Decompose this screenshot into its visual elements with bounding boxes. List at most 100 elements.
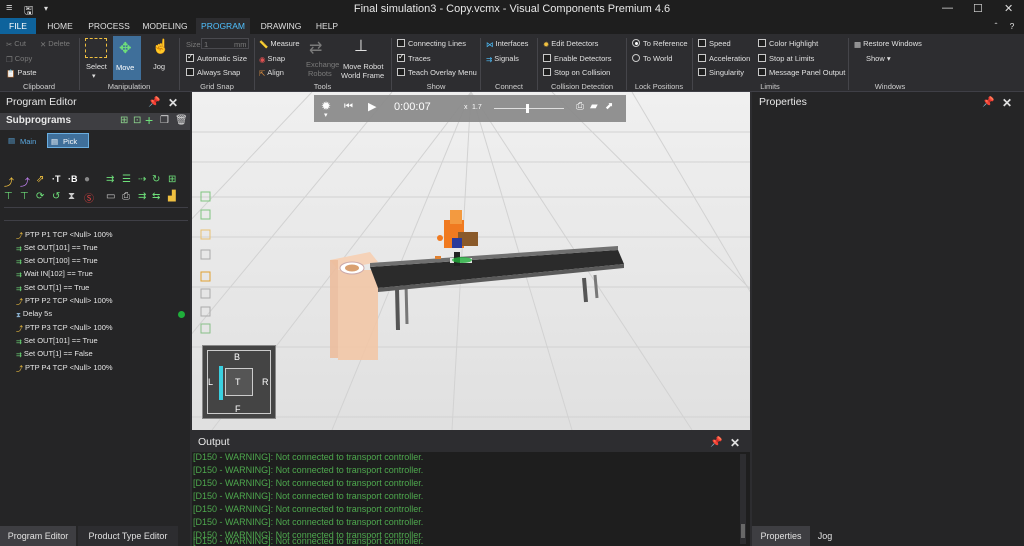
list-item[interactable]: ⇉ Set OUT[1] == False bbox=[16, 349, 93, 359]
pdf-icon[interactable]: ⎙ bbox=[576, 101, 584, 112]
measure-button[interactable]: 📏 Measure bbox=[259, 39, 300, 49]
tab-properties[interactable]: Properties bbox=[752, 526, 810, 546]
tab-jog[interactable]: Jog bbox=[812, 526, 838, 546]
tab-product-type-editor[interactable]: Product Type Editor bbox=[78, 526, 178, 546]
stop-icon[interactable]: Ⓢ bbox=[84, 190, 94, 205]
restore-windows-button[interactable]: ▦ Restore Windows bbox=[854, 39, 922, 49]
pin-icon[interactable]: 📌 bbox=[982, 97, 994, 108]
traces-checkbox[interactable]: Traces bbox=[397, 52, 431, 63]
show-windows-dropdown[interactable]: Show ▾ bbox=[866, 54, 891, 63]
branch-icon[interactable]: ⊤ bbox=[20, 191, 29, 202]
trash-icon[interactable]: 🗑 bbox=[175, 115, 188, 126]
move-button[interactable]: ✥ Move bbox=[113, 36, 141, 80]
linear-statement-icon[interactable]: ⇗ bbox=[36, 174, 44, 185]
set-output-icon[interactable]: ⇉ bbox=[106, 174, 114, 185]
list-item[interactable]: ⤴ PTP P3 TCP <Null> 100% bbox=[16, 323, 113, 334]
select-icon[interactable] bbox=[85, 38, 107, 58]
tool-statement-icon[interactable]: ·T bbox=[52, 174, 61, 184]
speed-slider[interactable] bbox=[494, 108, 564, 109]
connecting-lines-checkbox[interactable]: Connecting Lines bbox=[397, 39, 466, 48]
refresh-icon[interactable]: ↺ bbox=[52, 191, 60, 202]
lin-statement-icon[interactable]: ⤴ bbox=[20, 174, 30, 189]
duplicate-icon[interactable]: ❐ bbox=[160, 115, 169, 126]
exchange-robots-button[interactable]: Exchange bbox=[306, 60, 339, 69]
statistics-icon[interactable]: ▟ bbox=[168, 191, 176, 202]
menu-help[interactable]: HELP bbox=[310, 18, 344, 34]
close-window-button[interactable]: ✕ bbox=[1004, 2, 1013, 15]
view-cube-front[interactable]: F bbox=[235, 404, 241, 414]
menu-program[interactable]: PROGRAM bbox=[196, 18, 250, 34]
list-item[interactable]: ⤴ PTP P4 TCP <Null> 100% bbox=[16, 363, 113, 374]
share-icon[interactable]: ⬈ bbox=[605, 101, 613, 112]
interfaces-button[interactable]: ⋈ Interfaces bbox=[486, 39, 528, 49]
output-scrollbar[interactable] bbox=[740, 454, 746, 544]
close-icon[interactable]: ✕ bbox=[730, 436, 740, 450]
statement-filter-bar[interactable] bbox=[4, 207, 188, 221]
ptp-statement-icon[interactable]: ⤴ bbox=[4, 174, 14, 189]
edit-detectors-button[interactable]: ✹ Edit Detectors bbox=[543, 39, 598, 49]
copy-button[interactable]: ❐ Copy bbox=[6, 54, 32, 64]
close-icon[interactable]: ✕ bbox=[168, 96, 178, 110]
3d-viewport[interactable]: ✹ ▾ ⏮ ▶ 0:00:07 x 1.7 ⎙ ▰ ⬈ B L T R F bbox=[192, 92, 750, 430]
list-item[interactable]: ⇉ Set OUT[100] == True bbox=[16, 256, 98, 266]
signal-icon[interactable]: ⇢ bbox=[138, 174, 146, 185]
delay-icon[interactable]: ⧗ bbox=[68, 191, 75, 202]
camera-icon[interactable]: ▰ bbox=[590, 101, 598, 112]
reset-button[interactable]: ⏮ bbox=[344, 101, 353, 112]
base-statement-icon[interactable]: ·B bbox=[68, 174, 78, 184]
view-cube-top[interactable]: T bbox=[235, 377, 241, 387]
menu-file[interactable]: FILE bbox=[0, 18, 36, 34]
jog-button[interactable]: Jog bbox=[153, 62, 165, 71]
loop-icon[interactable]: ↻ bbox=[152, 174, 160, 185]
menu-process[interactable]: PROCESS bbox=[84, 18, 134, 34]
move-robot-world-frame-button[interactable]: Move Robot bbox=[343, 62, 383, 71]
add-subprogram-icon[interactable]: ⊞ bbox=[120, 115, 128, 126]
method-icon[interactable]: ⇆ bbox=[152, 191, 160, 202]
copy-subprogram-icon[interactable]: ⊡ bbox=[133, 115, 141, 126]
chevron-down-icon[interactable]: ▾ bbox=[324, 111, 328, 119]
always-snap-checkbox[interactable]: Always Snap bbox=[186, 68, 240, 77]
print-icon[interactable]: ⎙ bbox=[122, 191, 130, 202]
singularity-checkbox[interactable]: Singularity bbox=[698, 68, 744, 77]
list-item[interactable]: ⇉ Set OUT[101] == True bbox=[16, 243, 98, 253]
select-button[interactable]: Select bbox=[86, 62, 107, 71]
teach-overlay-menu-checkbox[interactable]: Teach Overlay Menu bbox=[397, 68, 477, 77]
while-icon[interactable]: ⟳ bbox=[36, 191, 44, 202]
menu-home[interactable]: HOME bbox=[40, 18, 80, 34]
list-item[interactable]: ⧗ Delay 5s bbox=[16, 309, 52, 320]
view-cube[interactable]: B L T R F bbox=[202, 345, 276, 419]
acceleration-checkbox[interactable]: Acceleration bbox=[698, 54, 750, 63]
list-item[interactable]: ⤴ PTP P2 TCP <Null> 100% bbox=[16, 296, 113, 307]
stop-at-limits-checkbox[interactable]: Stop at Limits bbox=[758, 54, 814, 63]
list-item[interactable]: ⤴ PTP P1 TCP <Null> 100% bbox=[16, 230, 113, 241]
help-icon[interactable]: ? bbox=[1006, 18, 1018, 34]
maximize-button[interactable]: ☐ bbox=[973, 2, 983, 15]
list-item[interactable]: ⇉ Wait IN[102] == True bbox=[16, 269, 93, 279]
paste-button[interactable]: 📋 Paste bbox=[6, 68, 37, 78]
snap-button[interactable]: ◉ Snap bbox=[259, 54, 285, 64]
align-button[interactable]: ⇱ Align bbox=[259, 68, 284, 78]
home-statement-icon[interactable]: ● bbox=[84, 174, 90, 185]
speed-slider-handle[interactable] bbox=[526, 104, 529, 113]
speed-checkbox[interactable]: Speed bbox=[698, 39, 731, 48]
output-scrollbar-thumb[interactable] bbox=[741, 524, 745, 538]
grid-size-input[interactable]: 1 mm bbox=[201, 38, 249, 49]
view-cube-back[interactable]: B bbox=[234, 352, 240, 362]
signals-button[interactable]: ⇉ Signals bbox=[486, 54, 519, 64]
select-dropdown-icon[interactable]: ▾ bbox=[92, 72, 96, 80]
color-highlight-checkbox[interactable]: Color Highlight bbox=[758, 39, 818, 48]
view-cube-left[interactable]: L bbox=[208, 377, 213, 387]
play-button[interactable]: ▶ bbox=[368, 100, 376, 113]
to-reference-radio[interactable]: To Reference bbox=[632, 39, 688, 48]
minimize-button[interactable]: — bbox=[942, 2, 953, 14]
pin-icon[interactable]: 📌 bbox=[710, 437, 722, 448]
assign-icon[interactable]: ⇉ bbox=[138, 191, 146, 202]
plus-icon[interactable]: + bbox=[145, 112, 153, 128]
tab-program-editor[interactable]: Program Editor bbox=[0, 526, 76, 546]
automatic-size-checkbox[interactable]: Automatic Size bbox=[186, 52, 247, 63]
stop-on-collision-checkbox[interactable]: Stop on Collision bbox=[543, 68, 610, 77]
enable-detectors-checkbox[interactable]: Enable Detectors bbox=[543, 54, 612, 63]
list-item[interactable]: ⇉ Set OUT[101] == True bbox=[16, 336, 98, 346]
comment-icon[interactable]: ▭ bbox=[106, 191, 115, 202]
close-icon[interactable]: ✕ bbox=[1002, 96, 1012, 110]
